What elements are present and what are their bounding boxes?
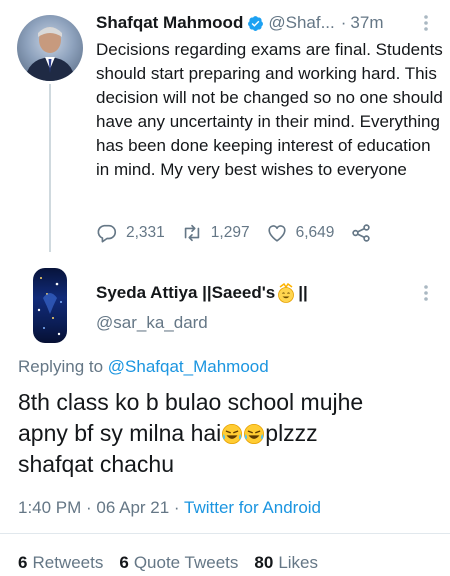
party-emoji-icon <box>278 283 295 303</box>
tweet-header: Shafqat Mahmood @Shaf... · 37m <box>96 11 436 35</box>
tweet-text-line2b: plzzz <box>265 420 318 446</box>
reply-count: 2,331 <box>126 224 165 241</box>
replying-prefix: Replying to <box>18 357 104 376</box>
quote-tweets-stat[interactable]: 6 Quote Tweets <box>119 553 238 573</box>
like-count: 6,649 <box>295 224 335 241</box>
likes-stat[interactable]: 80 Likes <box>254 553 318 573</box>
tweet-meta: 1:40 PM · 06 Apr 21 · Twitter for Androi… <box>18 498 321 518</box>
replying-to: Replying to @Shafqat_Mahmood <box>18 357 269 377</box>
more-icon[interactable] <box>420 282 432 304</box>
retweet-button[interactable]: 1,297 <box>181 222 250 244</box>
parent-tweet[interactable]: Shafqat Mahmood @Shaf... · 37m Decisions… <box>0 0 450 262</box>
tweet-stats: 6 Retweets 6 Quote Tweets 80 Likes <box>18 553 334 573</box>
tweet-text-line2a: apny bf sy milna hai <box>18 420 222 446</box>
reply-button[interactable]: 2,331 <box>96 222 165 244</box>
retweets-label: Retweets <box>32 553 104 572</box>
tweet-header: Syeda Attiya ||Saeed's || <box>96 281 416 305</box>
more-icon[interactable] <box>420 12 432 34</box>
like-icon <box>267 225 286 242</box>
like-button[interactable]: 6,649 <box>266 222 335 244</box>
quote-tweets-count: 6 <box>119 553 129 572</box>
avatar-artwork <box>37 277 62 336</box>
tweet-text-line3: shafqat chachu <box>18 451 175 477</box>
tweet-actions: 2,331 1,297 6,649 <box>96 220 436 246</box>
retweet-icon <box>184 224 200 242</box>
replying-mention-link[interactable]: @Shafqat_Mahmood <box>108 357 269 376</box>
author-name[interactable]: Shafqat Mahmood <box>96 13 243 33</box>
avatar[interactable] <box>33 268 67 343</box>
retweets-count: 6 <box>18 553 28 572</box>
tweet-timestamp[interactable]: 1:40 PM · 06 Apr 21 · <box>18 498 184 517</box>
quote-tweets-label: Quote Tweets <box>133 553 239 572</box>
likes-label: Likes <box>278 553 319 572</box>
avatar[interactable] <box>17 15 83 81</box>
tweet-source-link[interactable]: Twitter for Android <box>184 498 321 517</box>
divider <box>0 533 450 534</box>
cry-laugh-emoji-icon <box>244 424 265 444</box>
retweet-count: 1,297 <box>210 224 250 241</box>
share-button[interactable] <box>350 222 372 244</box>
cry-laugh-emoji-icon <box>222 424 243 444</box>
header-separator: · <box>340 13 347 32</box>
retweets-stat[interactable]: 6 Retweets <box>18 553 103 573</box>
tweet-text: Decisions regarding exams are final. Stu… <box>96 40 443 179</box>
likes-count: 80 <box>254 553 274 572</box>
reply-icon <box>97 224 117 243</box>
author-handle[interactable]: @Shaf... <box>268 13 334 33</box>
tweet-text: 8th class ko b bulao school mujhe apny b… <box>18 387 448 480</box>
thread-line <box>49 84 51 252</box>
author-name[interactable]: Syeda Attiya ||Saeed's <box>96 283 275 303</box>
author-handle[interactable]: @sar_ka_dard <box>96 313 208 333</box>
tweet-time[interactable]: 37m <box>350 13 383 33</box>
share-icon <box>352 224 371 242</box>
avatar-portrait <box>25 27 75 81</box>
verified-badge-icon <box>248 15 264 31</box>
tweet-text-line1: 8th class ko b bulao school mujhe <box>18 389 364 415</box>
author-name-suffix: || <box>298 283 308 302</box>
